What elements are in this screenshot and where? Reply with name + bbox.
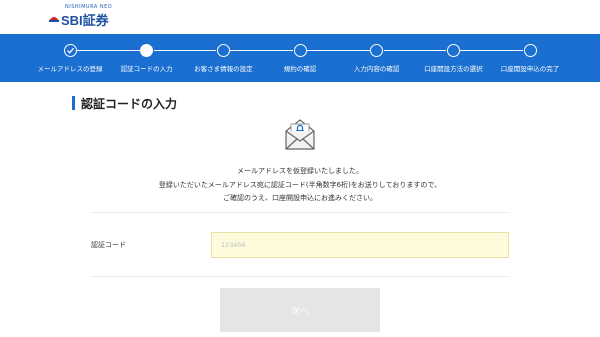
step-connector	[230, 50, 293, 51]
next-button[interactable]: 次へ	[220, 288, 380, 332]
step-indicator-2	[140, 44, 154, 57]
step-label-4: 規約の確認	[283, 65, 317, 73]
step-connector	[383, 50, 447, 51]
envelope-lock-icon	[285, 119, 315, 150]
step-label-1: メールアドレスの登録	[37, 65, 103, 73]
message-line-2: 登録いただいたメールアドレス宛に認証コード(半角数字6桁)をお送りしておりますの…	[158, 181, 442, 189]
step-label-5: 入力内容の確認	[353, 65, 400, 73]
site-header: NISHIMURA NEO SBI証券	[0, 0, 600, 34]
step-indicator-6	[446, 44, 460, 57]
step-label-2: 認証コードの入力	[120, 65, 173, 73]
step-connector	[460, 50, 523, 51]
step-indicator-3	[216, 44, 230, 57]
step-connector	[77, 50, 140, 51]
step-connector	[153, 50, 217, 51]
sbi-mark-icon	[49, 17, 59, 22]
verification-code-input[interactable]	[211, 232, 509, 258]
message-line-1: メールアドレスを仮登録いたしました。	[237, 167, 363, 175]
heading-accent-bar	[72, 96, 75, 110]
step-indicator-1	[63, 44, 77, 57]
step-indicator-5	[370, 44, 384, 57]
divider-bottom	[90, 276, 510, 277]
step-label-3: お客さま情報の設定	[194, 65, 253, 73]
message-line-3: ご確認のうえ、口座開設申込にお進みください。	[223, 194, 377, 202]
page-title: 認証コードの入力	[81, 97, 178, 111]
divider-top	[90, 212, 510, 213]
check-icon	[66, 47, 74, 54]
step-label-6: 口座開設方法の選択	[424, 65, 483, 73]
step-indicator-7	[523, 44, 537, 57]
code-field-label: 認証コード	[91, 241, 126, 249]
step-connector	[307, 50, 370, 51]
step-label-7: 口座開設申込の完了	[500, 65, 560, 73]
step-indicator-4	[293, 44, 307, 57]
progress-stepbar: メールアドレスの登録 認証コードの入力 お客さま情報の設定 規約の確認 入力内容の確認 口…	[0, 34, 600, 82]
logo-name: SBI証券	[61, 13, 109, 28]
